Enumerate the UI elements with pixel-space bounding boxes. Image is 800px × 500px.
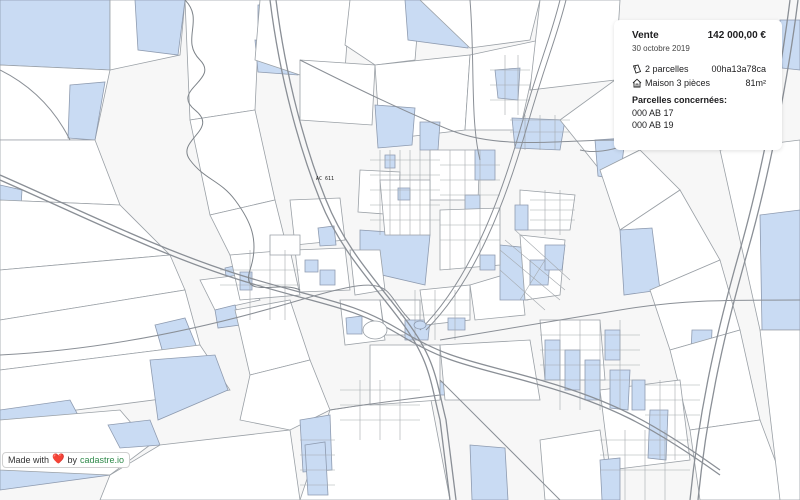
parcel (304, 441, 329, 496)
parcel-id[interactable]: 000 AB 19 (632, 120, 766, 130)
parcel (599, 457, 621, 500)
parcel (544, 339, 561, 381)
parcel (511, 117, 566, 151)
parcel (631, 379, 646, 411)
parcel (299, 59, 376, 126)
parcel (319, 269, 336, 286)
parcel (349, 249, 386, 296)
parcel (464, 194, 481, 211)
heart-icon: ❤️ (52, 454, 65, 465)
sale-card: Vente 142 000,00 € 30 octobre 2019 2 par… (614, 20, 782, 150)
parcel (304, 259, 319, 273)
made-with-text: Made with (8, 455, 50, 465)
parcel (469, 444, 509, 500)
parcel (759, 209, 800, 331)
parcel (564, 349, 581, 391)
brand-link[interactable]: cadastre.io (80, 455, 124, 465)
property-row: Maison 3 pièces 81m² (632, 78, 766, 88)
parcel (374, 104, 416, 149)
sale-price: 142 000,00 € (707, 30, 766, 41)
parcels-icon (632, 64, 642, 74)
roundabout (362, 320, 388, 340)
parcel (134, 0, 186, 56)
parcel (494, 67, 521, 101)
property-type: Maison 3 pièces (645, 78, 711, 88)
parcels-count: 2 parcelles (645, 64, 689, 74)
parcel (439, 339, 541, 401)
parcel (779, 19, 800, 71)
parcel (413, 320, 427, 330)
parcel (529, 0, 621, 91)
parcel (447, 317, 466, 331)
parcel (604, 329, 621, 361)
parcel (514, 204, 529, 231)
house-icon (632, 78, 642, 88)
parcel-list: 000 AB 17 000 AB 19 (632, 108, 766, 130)
attribution-badge[interactable]: Made with ❤️ by cadastre.io (2, 452, 130, 468)
sale-reference: 00ha13a78ca (711, 64, 766, 74)
parcel (0, 0, 111, 71)
parcels-heading: Parcelles concernées: (632, 95, 728, 105)
parcels-count-row: 2 parcelles 00ha13a78ca (632, 64, 766, 74)
section-label: AC 611 (316, 176, 334, 182)
parcel (419, 121, 441, 151)
parcel-id[interactable]: 000 AB 17 (632, 108, 766, 118)
parcel (184, 0, 261, 121)
parcel (345, 315, 363, 335)
parcel (539, 429, 611, 500)
card-header: Vente 142 000,00 € (632, 30, 766, 41)
sale-title: Vente (632, 30, 659, 41)
by-text: by (67, 455, 77, 465)
property-surface: 81m² (745, 78, 766, 88)
sale-date: 30 octobre 2019 (632, 44, 690, 53)
parcel (479, 254, 496, 271)
